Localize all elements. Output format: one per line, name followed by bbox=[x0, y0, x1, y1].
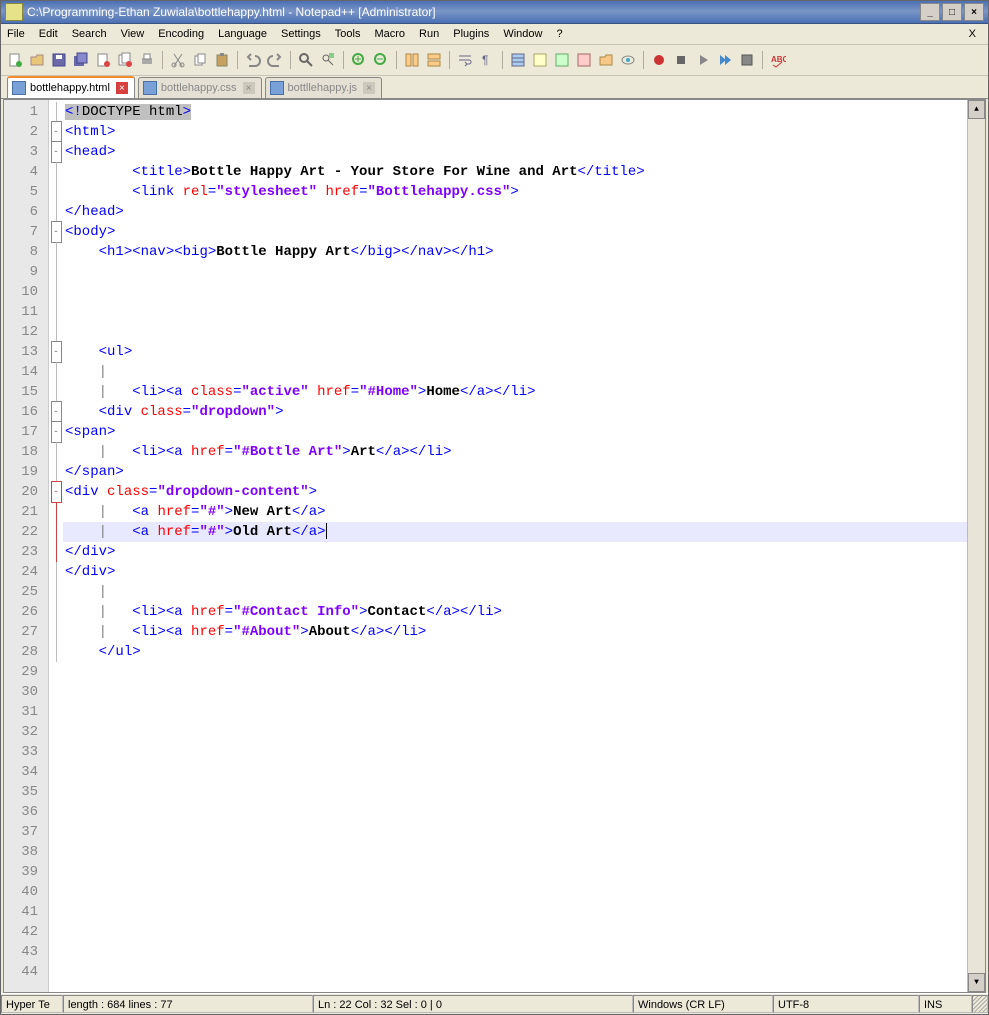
play-multi-icon[interactable] bbox=[715, 50, 735, 70]
menu-x[interactable]: X bbox=[969, 28, 976, 40]
svg-text:¶: ¶ bbox=[482, 53, 488, 67]
replace-icon[interactable] bbox=[318, 50, 338, 70]
tabbar: bottlehappy.html × bottlehappy.css × bot… bbox=[1, 76, 988, 99]
titlebar[interactable]: C:\Programming-Ethan Zuwiala\bottlehappy… bbox=[1, 1, 988, 24]
close-file-icon[interactable] bbox=[93, 50, 113, 70]
v-scrollbar[interactable]: ▲ ▼ bbox=[967, 100, 985, 992]
line-numbers: 1234567891011121314151617181920212223242… bbox=[4, 100, 49, 992]
menu-help[interactable]: ? bbox=[556, 28, 562, 40]
maximize-button[interactable]: □ bbox=[942, 3, 962, 21]
minimize-button[interactable]: _ bbox=[920, 3, 940, 21]
open-file-icon[interactable] bbox=[27, 50, 47, 70]
monitor-icon[interactable] bbox=[618, 50, 638, 70]
cut-icon[interactable] bbox=[168, 50, 188, 70]
record-icon[interactable] bbox=[649, 50, 669, 70]
tab-close-icon[interactable]: × bbox=[243, 82, 255, 94]
print-icon[interactable] bbox=[137, 50, 157, 70]
fold-column[interactable]: ------- bbox=[49, 100, 63, 992]
menu-macro[interactable]: Macro bbox=[374, 28, 405, 40]
tab-label: bottllehappy.js bbox=[288, 82, 358, 94]
zoom-out-icon[interactable] bbox=[371, 50, 391, 70]
code-area[interactable]: <!DOCTYPE html><html><head> <title>Bottl… bbox=[63, 100, 967, 992]
menu-view[interactable]: View bbox=[121, 28, 145, 40]
save-macro-icon[interactable] bbox=[737, 50, 757, 70]
doc-map-icon[interactable] bbox=[552, 50, 572, 70]
close-all-icon[interactable] bbox=[115, 50, 135, 70]
folder-icon[interactable] bbox=[596, 50, 616, 70]
menu-edit[interactable]: Edit bbox=[39, 28, 58, 40]
save-all-icon[interactable] bbox=[71, 50, 91, 70]
paste-icon[interactable] bbox=[212, 50, 232, 70]
file-icon bbox=[270, 81, 284, 95]
stop-icon[interactable] bbox=[671, 50, 691, 70]
status-enc: UTF-8 bbox=[773, 995, 919, 1013]
show-chars-icon[interactable]: ¶ bbox=[477, 50, 497, 70]
indent-guide-icon[interactable] bbox=[508, 50, 528, 70]
wrap-icon[interactable] bbox=[455, 50, 475, 70]
menu-run[interactable]: Run bbox=[419, 28, 439, 40]
func-list-icon[interactable] bbox=[574, 50, 594, 70]
scroll-up-icon[interactable]: ▲ bbox=[968, 100, 985, 119]
svg-text:ABC: ABC bbox=[771, 55, 786, 64]
tab-close-icon[interactable]: × bbox=[363, 82, 375, 94]
window-title: C:\Programming-Ethan Zuwiala\bottlehappy… bbox=[27, 5, 920, 19]
find-icon[interactable] bbox=[296, 50, 316, 70]
toolbar: ¶ ABC bbox=[1, 45, 988, 76]
status-ins: INS bbox=[919, 995, 972, 1013]
menu-file[interactable]: File bbox=[7, 28, 25, 40]
tab-bottlehappy-css[interactable]: bottlehappy.css × bbox=[138, 77, 262, 98]
menu-plugins[interactable]: Plugins bbox=[453, 28, 489, 40]
menu-language[interactable]: Language bbox=[218, 28, 267, 40]
status-pos: Ln : 22 Col : 32 Sel : 0 | 0 bbox=[313, 995, 633, 1013]
tab-bottllehappy-js[interactable]: bottllehappy.js × bbox=[265, 77, 383, 98]
menu-settings[interactable]: Settings bbox=[281, 28, 321, 40]
file-icon bbox=[12, 81, 26, 95]
scroll-down-icon[interactable]: ▼ bbox=[968, 973, 985, 992]
redo-icon[interactable] bbox=[265, 50, 285, 70]
status-lang: Hyper Te bbox=[1, 995, 63, 1013]
play-icon[interactable] bbox=[693, 50, 713, 70]
spellcheck-icon[interactable]: ABC bbox=[768, 50, 788, 70]
new-file-icon[interactable] bbox=[5, 50, 25, 70]
file-icon bbox=[143, 81, 157, 95]
sync-h-icon[interactable] bbox=[424, 50, 444, 70]
status-length: length : 684 lines : 77 bbox=[63, 995, 313, 1013]
menu-tools[interactable]: Tools bbox=[335, 28, 361, 40]
resize-grip[interactable] bbox=[972, 995, 988, 1013]
tab-label: bottlehappy.html bbox=[30, 82, 110, 94]
save-icon[interactable] bbox=[49, 50, 69, 70]
menu-search[interactable]: Search bbox=[72, 28, 107, 40]
menu-window[interactable]: Window bbox=[503, 28, 542, 40]
copy-icon[interactable] bbox=[190, 50, 210, 70]
lang-icon[interactable] bbox=[530, 50, 550, 70]
tab-label: bottlehappy.css bbox=[161, 82, 237, 94]
close-button[interactable]: × bbox=[964, 3, 984, 21]
app-window: C:\Programming-Ethan Zuwiala\bottlehappy… bbox=[0, 0, 989, 1015]
undo-icon[interactable] bbox=[243, 50, 263, 70]
code-editor[interactable]: 1234567891011121314151617181920212223242… bbox=[3, 99, 986, 993]
app-icon bbox=[5, 3, 23, 21]
sync-v-icon[interactable] bbox=[402, 50, 422, 70]
zoom-in-icon[interactable] bbox=[349, 50, 369, 70]
tab-close-icon[interactable]: × bbox=[116, 82, 128, 94]
statusbar: Hyper Te length : 684 lines : 77 Ln : 22… bbox=[1, 993, 988, 1014]
status-eol: Windows (CR LF) bbox=[633, 995, 773, 1013]
menu-encoding[interactable]: Encoding bbox=[158, 28, 204, 40]
tab-bottlehappy-html[interactable]: bottlehappy.html × bbox=[7, 76, 135, 98]
menubar: File Edit Search View Encoding Language … bbox=[1, 24, 988, 45]
